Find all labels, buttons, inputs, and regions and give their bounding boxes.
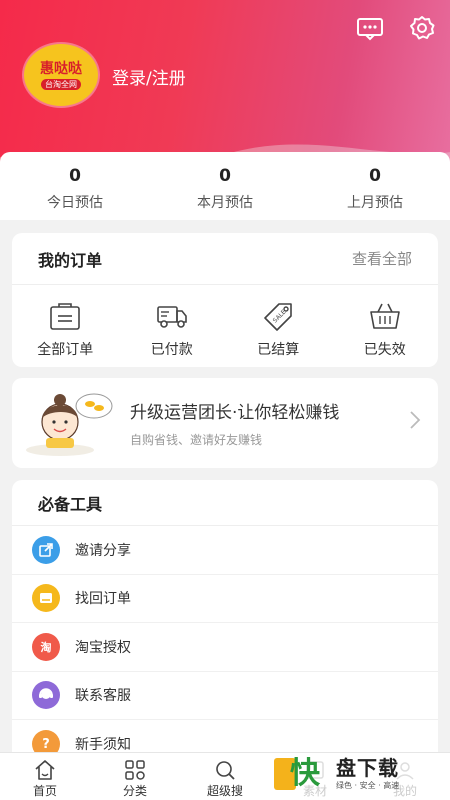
taobao-glyph: 淘 — [40, 640, 52, 654]
chevron-right-icon — [408, 410, 438, 436]
taobao-icon: 淘 — [32, 632, 60, 661]
order-all[interactable]: 全部订单 — [12, 285, 119, 367]
promo-subtitle: 自购省钱、邀请好友赚钱 — [130, 433, 263, 447]
site-watermark: 快 盘下载 绿色 · 安全 · 高速 — [274, 752, 444, 796]
stat-label: 今日预估 — [47, 195, 103, 211]
brand-logo-text: 惠哒哒 — [40, 60, 82, 77]
stat-label: 上月预估 — [347, 195, 403, 211]
order-invalid[interactable]: 已失效 — [332, 285, 439, 367]
stat-last-month[interactable]: 0 上月预估 — [300, 152, 450, 220]
promo-illustration — [12, 378, 122, 468]
service-icon — [32, 681, 60, 710]
tab-home[interactable]: 首页 — [0, 753, 90, 800]
home-icon — [35, 760, 55, 780]
stat-value: 0 — [219, 166, 231, 186]
order-icon — [32, 584, 60, 613]
settings-icon[interactable] — [408, 14, 436, 42]
bag-icon — [50, 303, 81, 330]
watermark-title: 盘下载 — [336, 756, 399, 780]
promo-title: 升级运营团长·让你轻松赚钱 — [130, 403, 340, 423]
upgrade-promo-banner[interactable]: 升级运营团长·让你轻松赚钱 自购省钱、邀请好友赚钱 — [12, 378, 438, 468]
tool-invite-share[interactable]: 邀请分享 — [12, 526, 438, 575]
watermark-logo: 快 — [274, 754, 332, 794]
tools-title: 必备工具 — [38, 494, 103, 514]
sale-tag-icon: SALE — [264, 303, 293, 331]
watermark-tagline: 绿色 · 安全 · 高速 — [336, 781, 400, 790]
search-icon — [216, 761, 235, 780]
tool-label: 联系客服 — [75, 688, 131, 705]
share-icon — [32, 535, 60, 564]
brand-logo-subtext: 台淘全网 — [41, 78, 81, 90]
order-paid-label: 已付款 — [150, 342, 193, 358]
my-orders-card: 我的订单 查看全部 全部订单 已付款 SALE 已结算 已失效 — [12, 233, 438, 367]
stat-this-month[interactable]: 0 本月预估 — [150, 152, 300, 220]
tool-label: 邀请分享 — [75, 542, 131, 559]
tab-super-search[interactable]: 超级搜 — [180, 753, 270, 800]
tool-contact-service[interactable]: 联系客服 — [12, 672, 438, 720]
tab-label: 首页 — [32, 784, 57, 798]
tab-label: 分类 — [122, 784, 147, 798]
order-settled[interactable]: SALE 已结算 — [225, 285, 332, 367]
tool-label: 找回订单 — [75, 591, 131, 608]
tool-label: 淘宝授权 — [75, 639, 131, 656]
view-all-orders-link[interactable]: 查看全部 — [352, 248, 412, 269]
truck-icon — [156, 306, 187, 328]
watermark-logo-glyph: 快 — [290, 756, 320, 791]
profile-header: 惠哒哒 台淘全网 登录/注册 — [0, 0, 450, 175]
avatar[interactable]: 惠哒哒 台淘全网 — [24, 44, 98, 106]
essential-tools-card: 必备工具 邀请分享 找回订单 淘 淘宝授权 联系客服 ? 新手须知 — [12, 480, 438, 780]
stat-value: 0 — [369, 166, 381, 186]
order-paid[interactable]: 已付款 — [119, 285, 226, 367]
order-settled-label: 已结算 — [257, 342, 300, 358]
message-icon[interactable] — [356, 14, 384, 42]
earnings-stats: 0 今日预估 0 本月预估 0 上月预估 — [0, 152, 450, 220]
order-invalid-label: 已失效 — [363, 342, 406, 358]
tab-label: 超级搜 — [206, 784, 243, 798]
order-all-label: 全部订单 — [37, 342, 94, 358]
stat-label: 本月预估 — [197, 195, 253, 211]
tool-taobao-auth[interactable]: 淘 淘宝授权 — [12, 623, 438, 672]
tab-category[interactable]: 分类 — [90, 753, 180, 800]
orders-title: 我的订单 — [38, 250, 103, 270]
tool-recover-order[interactable]: 找回订单 — [12, 575, 438, 623]
stat-value: 0 — [69, 166, 81, 186]
stat-today[interactable]: 0 今日预估 — [0, 152, 150, 220]
login-register-link[interactable]: 登录/注册 — [112, 64, 186, 89]
category-icon — [125, 760, 145, 780]
basket-icon — [369, 303, 400, 329]
